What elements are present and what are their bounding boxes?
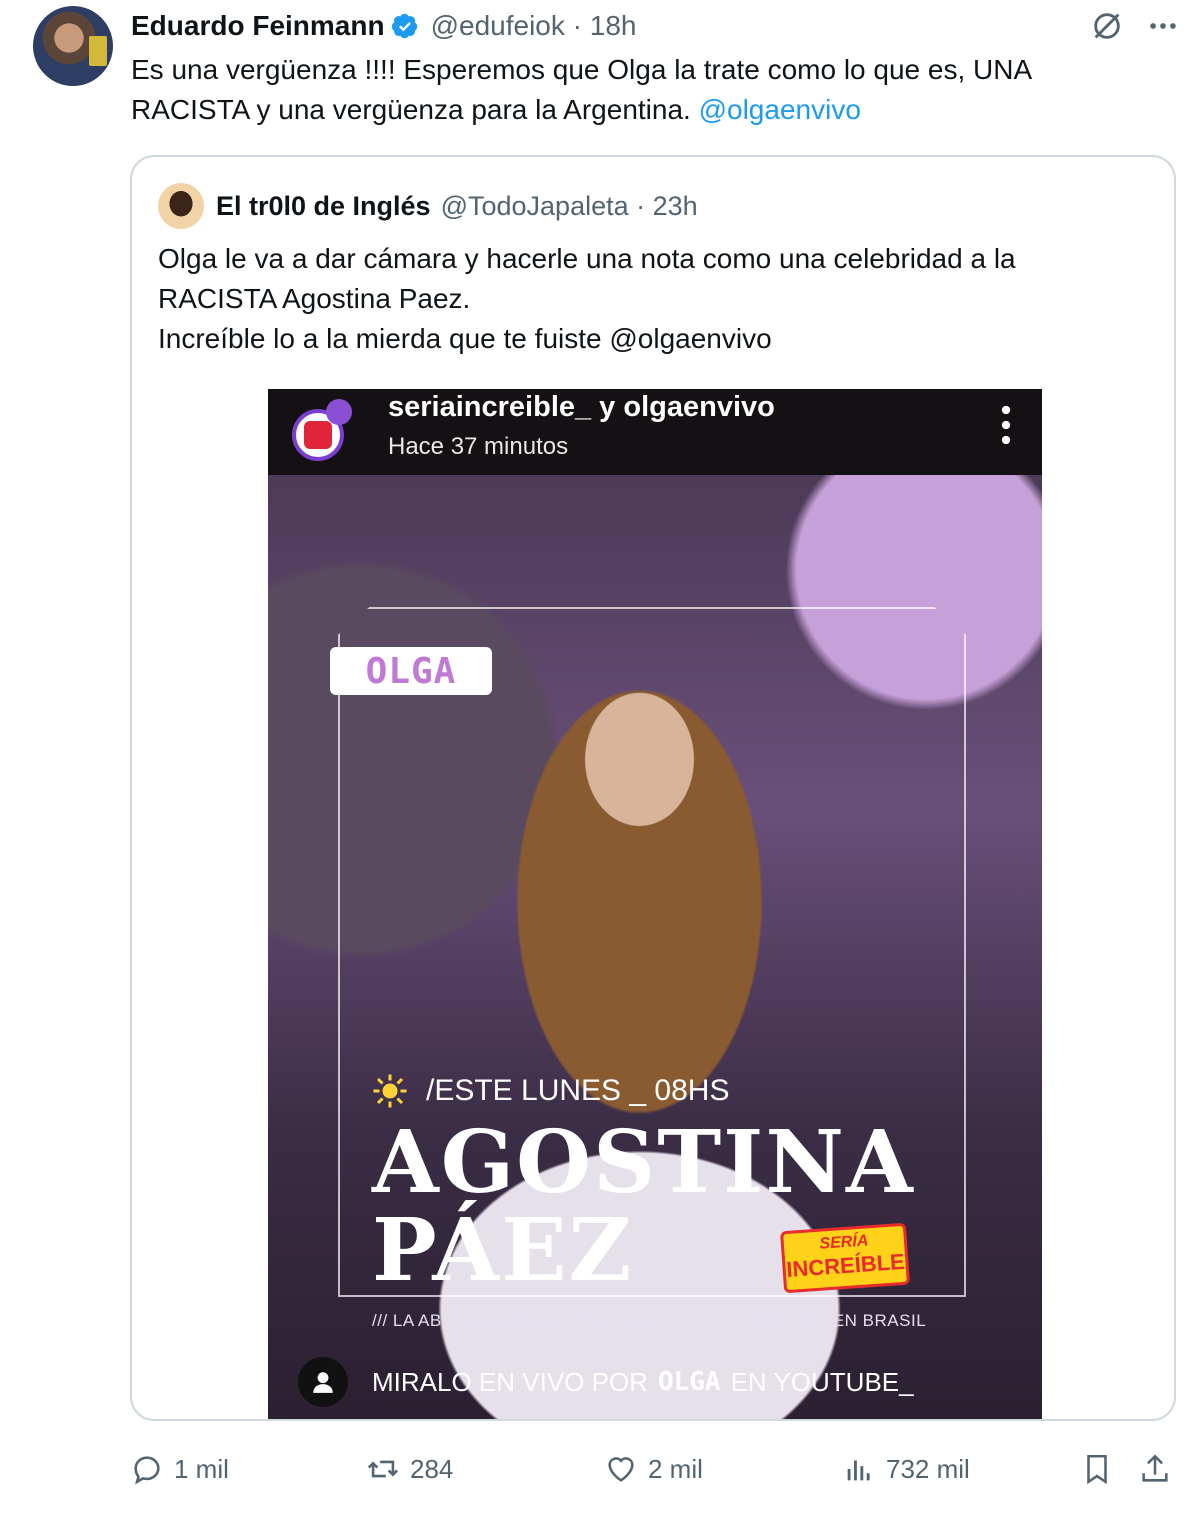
views-button[interactable]: 732 mil xyxy=(842,1447,970,1491)
quote-header: El tr0l0 de Inglés @TodoJapaleta · 23h xyxy=(158,183,698,229)
story-subtitle: /// LA ABOGADA ARGENTINA QUE ESTUVO DETE… xyxy=(372,1311,927,1330)
reply-button[interactable]: 1 mil xyxy=(130,1447,229,1491)
reply-icon xyxy=(134,1456,160,1485)
tweet-text: Es una vergüenza !!!! Esperemos que Olga… xyxy=(131,50,1151,130)
author-name[interactable]: Eduardo Feinmann xyxy=(131,10,385,42)
story-time: Hace 37 minutos xyxy=(388,433,569,460)
schedule-text: /ESTE LUNES _ 08HS xyxy=(426,1074,730,1107)
cta-text-b: OLGA xyxy=(657,1367,721,1397)
quote-author-handle[interactable]: @TodoJapaleta · 23h xyxy=(441,191,698,222)
quote-line: Increíble lo a la mierda que te fuiste @… xyxy=(158,323,772,354)
verified-badge-icon xyxy=(391,13,417,39)
views-count: 732 mil xyxy=(886,1453,970,1484)
user-icon xyxy=(298,1357,348,1407)
olga-tag: OLGA xyxy=(330,647,492,695)
story-users: seriaincreible_ y olgaenvivo xyxy=(388,391,775,423)
author-avatar[interactable] xyxy=(33,6,113,86)
bookmark-button[interactable] xyxy=(1080,1447,1124,1491)
action-bar: 1 mil 284 2 mil 732 mil xyxy=(130,1447,1180,1491)
author-handle[interactable]: @edufeiok · 18h xyxy=(431,10,637,42)
story-cta: MIRALO EN VIVO POR OLGA EN YOUTUBE_ xyxy=(298,1357,914,1407)
like-icon xyxy=(608,1457,634,1482)
seria-increible-logo: SERÍA INCREÍBLE xyxy=(779,1222,911,1294)
quote-author-name[interactable]: El tr0l0 de Inglés xyxy=(216,191,431,222)
like-button[interactable]: 2 mil xyxy=(604,1447,703,1491)
cta-text-a: MIRALO EN VIVO POR xyxy=(372,1366,648,1397)
guest-first-name: AGOSTINA xyxy=(372,1112,915,1213)
more-icon[interactable] xyxy=(1146,9,1180,43)
quote-line: Olga le va a dar cámara y hacerle una no… xyxy=(158,243,1016,274)
like-count: 2 mil xyxy=(648,1453,703,1484)
olga-logo-icon xyxy=(292,399,352,461)
repost-count: 284 xyxy=(410,1453,454,1484)
story-image[interactable]: seriaincreible_ y olgaenvivo Hace 37 min… xyxy=(268,389,1042,1419)
header-actions xyxy=(1090,6,1180,46)
grok-icon[interactable] xyxy=(1090,9,1124,43)
guest-last-name: PÁEZ xyxy=(372,1200,634,1301)
repost-button[interactable]: 284 xyxy=(366,1447,453,1491)
bookmark-icon xyxy=(1087,1454,1107,1485)
cta-text-c: EN YOUTUBE_ xyxy=(730,1366,914,1397)
story-menu-icon xyxy=(1001,405,1011,445)
quote-line: RACISTA Agostina Paez. xyxy=(158,283,471,314)
quoted-tweet[interactable]: El tr0l0 de Inglés @TodoJapaleta · 23h O… xyxy=(130,155,1176,1421)
views-icon xyxy=(847,1460,870,1481)
mention-link[interactable]: @olgaenvivo xyxy=(699,94,861,125)
tweet-body: Es una vergüenza !!!! Esperemos que Olga… xyxy=(131,54,1031,125)
sun-icon xyxy=(373,1074,407,1108)
share-icon xyxy=(1142,1454,1168,1482)
share-button[interactable] xyxy=(1138,1447,1182,1491)
quote-avatar[interactable] xyxy=(158,183,204,229)
story-header: seriaincreible_ y olgaenvivo Hace 37 min… xyxy=(268,389,1042,475)
quote-text: Olga le va a dar cámara y hacerle una no… xyxy=(158,239,1148,359)
repost-icon xyxy=(367,1460,399,1478)
schedule-line: /ESTE LUNES _ 08HS xyxy=(372,1073,729,1109)
reply-count: 1 mil xyxy=(174,1453,229,1484)
tweet-header: Eduardo Feinmann @edufeiok · 18h xyxy=(131,6,1180,46)
